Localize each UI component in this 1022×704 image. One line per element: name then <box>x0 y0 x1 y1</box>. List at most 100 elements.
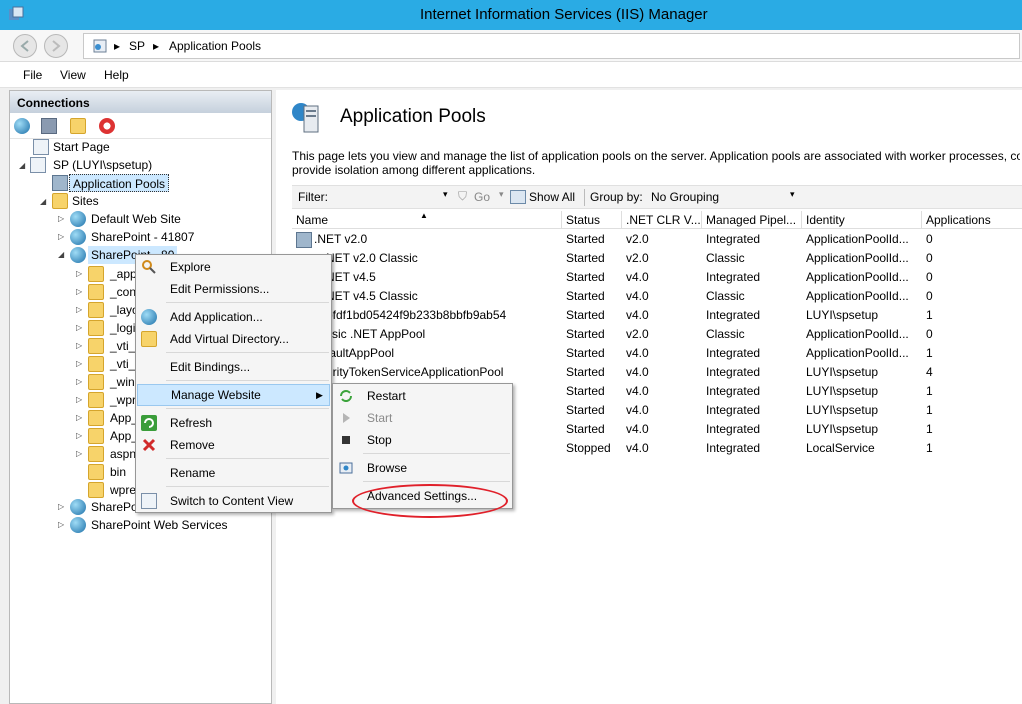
go-button[interactable]: Go <box>474 190 490 204</box>
column-header-identity[interactable]: Identity <box>802 211 922 229</box>
refresh-icon <box>141 415 157 431</box>
save-icon[interactable] <box>41 118 57 134</box>
expand-arrow-icon[interactable]: ▷ <box>76 270 84 278</box>
expand-arrow-icon[interactable]: ▷ <box>76 432 84 440</box>
expand-arrow-icon[interactable]: ▷ <box>76 342 84 350</box>
up-folder-icon[interactable] <box>70 118 86 134</box>
menu-item-add-virtual-directory[interactable]: Add Virtual Directory... <box>136 328 331 350</box>
table-row[interactable]: .NET v2.0 Started v2.0 Integrated Applicatio… <box>292 230 1022 249</box>
expand-arrow-icon[interactable]: ▷ <box>76 450 84 458</box>
show-all-button[interactable]: Show All <box>529 190 575 204</box>
breadcrumb-server[interactable]: SP <box>129 39 145 53</box>
tree-child-folder[interactable]: _app <box>110 265 137 283</box>
expand-arrow-icon[interactable]: ▷ <box>58 503 66 511</box>
column-header-pipeline[interactable]: Managed Pipel... <box>702 211 802 229</box>
breadcrumb-app-pools[interactable]: Application Pools <box>169 39 261 53</box>
filter-input[interactable] <box>332 188 454 206</box>
tree-start-page[interactable]: Start Page <box>53 138 110 156</box>
menu-item-explore[interactable]: Explore <box>136 256 331 278</box>
tree-child-folder[interactable]: _vti_ <box>110 355 135 373</box>
chevron-down-icon[interactable]: ▾ <box>443 189 448 200</box>
tree-sharepoint-web-services[interactable]: SharePoint Web Services <box>91 516 228 534</box>
menu-help[interactable]: Help <box>104 68 129 82</box>
tree-child-folder[interactable]: App_ <box>110 427 138 445</box>
expand-arrow-icon[interactable]: ▷ <box>76 360 84 368</box>
column-header-applications[interactable]: Applications <box>922 211 1022 229</box>
cell-name: ssic .NET AppPool <box>326 327 426 341</box>
tree-child-folder[interactable]: _win <box>110 373 135 391</box>
expand-arrow-icon[interactable]: ▷ <box>58 521 66 529</box>
column-header-clr[interactable]: .NET CLR V... <box>622 211 702 229</box>
menu-item-remove[interactable]: Remove <box>136 434 331 456</box>
submenu-item-start[interactable]: Start <box>333 407 512 429</box>
folder-icon <box>88 284 104 300</box>
table-row[interactable]: NET v2.0 Classic Started v2.0 Classic Applic… <box>292 249 1022 268</box>
tree-child-folder[interactable]: _vti_ <box>110 337 135 355</box>
tree-child-folder[interactable]: _con <box>110 283 136 301</box>
table-row[interactable]: NET v4.5 Started v4.0 Integrated Application… <box>292 268 1022 287</box>
address-field[interactable]: ▸ SP ▸ Application Pools <box>83 33 1020 59</box>
folder-icon <box>88 302 104 318</box>
folder-icon <box>88 356 104 372</box>
menu-item-edit-bindings[interactable]: Edit Bindings... <box>136 356 331 378</box>
menu-item-edit-permissions[interactable]: Edit Permissions... <box>136 278 331 300</box>
tree-server[interactable]: SP (LUYI\spsetup) <box>53 156 152 174</box>
menu-file[interactable]: File <box>23 68 42 82</box>
submenu-item-restart[interactable]: Restart <box>333 385 512 407</box>
expand-arrow-icon[interactable]: ▷ <box>76 414 84 422</box>
group-by-select[interactable]: No Grouping ▾ <box>648 188 802 206</box>
submenu-item-browse[interactable]: Browse <box>333 457 512 479</box>
expand-arrow-icon[interactable]: ▷ <box>58 233 66 241</box>
tree-child-folder[interactable]: _logi <box>110 319 135 337</box>
tree-child-folder[interactable]: App_ <box>110 409 138 427</box>
cell-pipeline: Classic <box>706 289 745 303</box>
disconnect-icon[interactable] <box>99 118 115 134</box>
expand-arrow-icon[interactable]: ▷ <box>76 306 84 314</box>
collapse-arrow-icon[interactable]: ◢ <box>19 162 27 170</box>
tree-child-folder[interactable]: wpre <box>110 481 136 499</box>
tree-sites[interactable]: Sites <box>72 192 99 210</box>
page-description: This page lets you view and manage the l… <box>292 149 1020 177</box>
tree-app-pools[interactable]: Application Pools <box>69 174 170 192</box>
expand-arrow-icon[interactable]: ▷ <box>76 378 84 386</box>
expand-arrow-icon[interactable]: ▷ <box>58 215 66 223</box>
cell-identity: LUYI\spsetup <box>806 308 879 322</box>
cell-apps: 0 <box>926 232 933 246</box>
column-header-status[interactable]: Status <box>562 211 622 229</box>
column-header-name[interactable]: Name ▲ <box>292 211 562 229</box>
tree-sharepoint-41807[interactable]: SharePoint - 41807 <box>91 228 194 246</box>
menu-item-label: Browse <box>367 461 408 475</box>
cell-clr: v2.0 <box>626 251 649 265</box>
forward-button[interactable] <box>44 34 68 58</box>
cell-identity: LUYI\spsetup <box>806 384 879 398</box>
collapse-arrow-icon[interactable]: ◢ <box>58 251 66 259</box>
tree-default-web-site[interactable]: Default Web Site <box>91 210 181 228</box>
toolbar-divider <box>584 189 585 206</box>
menu-item-refresh[interactable]: Refresh <box>136 412 331 434</box>
chevron-right-icon: ▸ <box>153 39 160 53</box>
table-row[interactable]: urityTokenServiceApplicationPool Started v… <box>292 363 1022 382</box>
tree-child-folder[interactable]: bin <box>110 463 126 481</box>
menu-view[interactable]: View <box>60 68 86 82</box>
back-button[interactable] <box>13 34 37 58</box>
table-row[interactable]: faultAppPool Started v4.0 Integrated Applica… <box>292 344 1022 363</box>
menu-item-switch-content-view[interactable]: Switch to Content View <box>136 490 331 512</box>
menu-item-rename[interactable]: Rename <box>136 462 331 484</box>
expand-arrow-icon[interactable] <box>76 468 84 476</box>
submenu-item-stop[interactable]: Stop <box>333 429 512 451</box>
connect-icon[interactable] <box>14 118 30 134</box>
expand-arrow-icon[interactable] <box>76 486 84 494</box>
table-row[interactable]: bfdf1bd05424f9b233b8bbfb9ab54 Started v4.0… <box>292 306 1022 325</box>
menu-item-manage-website[interactable]: Manage Website ▶ <box>137 384 330 406</box>
expand-arrow-icon[interactable]: ▷ <box>76 288 84 296</box>
collapse-arrow-icon[interactable]: ◢ <box>40 198 48 206</box>
expand-arrow-icon[interactable]: ▷ <box>76 396 84 404</box>
tree-child-folder[interactable]: _wpr <box>110 391 136 409</box>
table-row[interactable]: ssic .NET AppPool Started v2.0 Classic Appli… <box>292 325 1022 344</box>
tree-child-folder[interactable]: aspn <box>110 445 136 463</box>
menu-item-label: Remove <box>170 438 215 452</box>
expand-arrow-icon[interactable]: ▷ <box>76 324 84 332</box>
tree-sharepoint-other[interactable]: SharePo <box>91 498 138 516</box>
table-row[interactable]: NET v4.5 Classic Started v4.0 Classic Applic… <box>292 287 1022 306</box>
menu-item-add-application[interactable]: Add Application... <box>136 306 331 328</box>
